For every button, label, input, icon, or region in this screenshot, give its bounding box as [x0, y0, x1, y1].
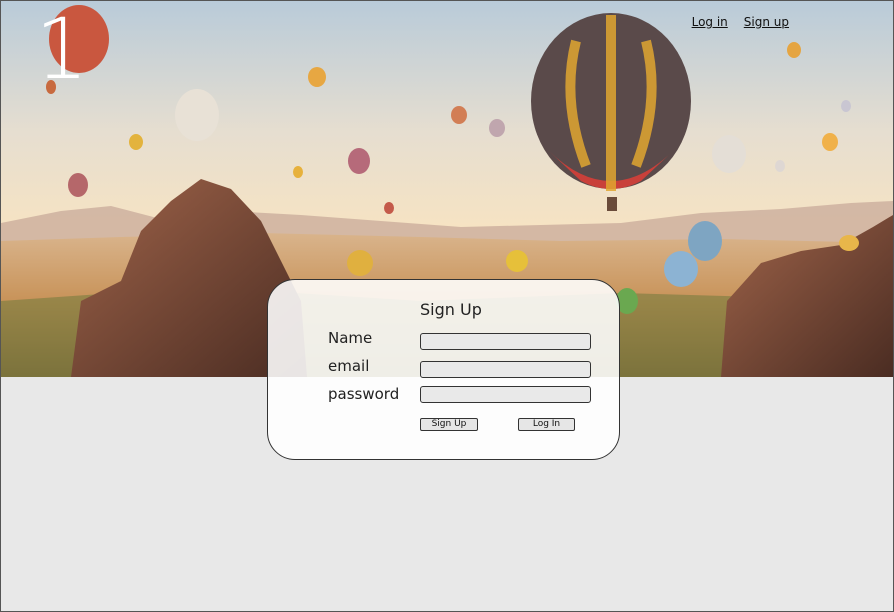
name-label: Name	[328, 329, 373, 347]
login-button[interactable]: Log In	[518, 418, 575, 431]
signup-button[interactable]: Sign Up	[420, 418, 478, 431]
step-number: 1	[35, 0, 89, 98]
signup-form-card: Sign Up Name email password Sign Up Log …	[267, 279, 620, 460]
email-label: email	[328, 357, 370, 375]
password-field[interactable]	[420, 386, 591, 403]
login-link[interactable]: Log in	[692, 15, 728, 29]
password-label: password	[328, 385, 400, 403]
page-frame: 1 Log in Sign up Sign Up Name email pass…	[0, 0, 894, 612]
name-field[interactable]	[420, 333, 591, 350]
top-nav: Log in Sign up	[692, 15, 789, 29]
form-title: Sign Up	[420, 300, 482, 319]
signup-link[interactable]: Sign up	[744, 15, 789, 29]
email-field[interactable]	[420, 361, 591, 378]
